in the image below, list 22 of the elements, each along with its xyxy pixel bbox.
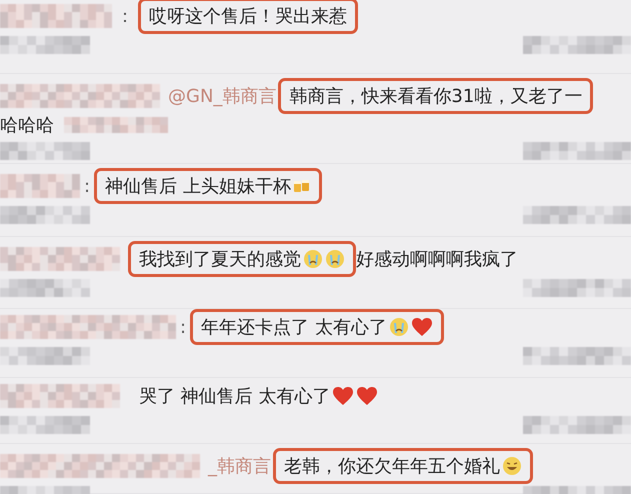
crying-emoji-icon xyxy=(388,317,409,338)
comment-text: 老韩，你还欠年年五个婚礼 xyxy=(284,454,500,478)
crying-emoji-icon xyxy=(303,248,323,269)
comment-text: 哭了 神仙售后 太有心了 xyxy=(139,384,330,408)
comment-text: 神仙售后 上头姐妹干杯 xyxy=(105,175,291,198)
comment-text: 我找到了夏天的感觉 xyxy=(139,248,301,271)
beer-mugs-icon xyxy=(292,178,311,194)
comment-text: 韩商言，快来看看你31啦，又老了一 xyxy=(289,85,582,108)
laughing-emoji-icon xyxy=(502,456,522,476)
separator-colon: : xyxy=(180,316,186,338)
heart-icon xyxy=(356,386,378,406)
mention-link[interactable]: _韩商言 xyxy=(208,454,271,478)
comment-text: 好感动啊啊啊我疯了 xyxy=(356,248,518,271)
separator-colon: ： xyxy=(116,5,134,28)
heart-icon xyxy=(410,317,433,338)
comment-text: 年年还卡点了 太有心了 xyxy=(201,316,387,340)
separator-colon: : xyxy=(84,176,90,197)
mention-link[interactable]: @GN_韩商言 xyxy=(168,84,276,108)
crying-emoji-icon xyxy=(325,248,345,269)
comment-text: 哈哈哈 xyxy=(0,114,54,138)
heart-icon xyxy=(332,386,354,406)
comment-text: 哎呀这个售后！哭出来惹 xyxy=(149,5,347,28)
